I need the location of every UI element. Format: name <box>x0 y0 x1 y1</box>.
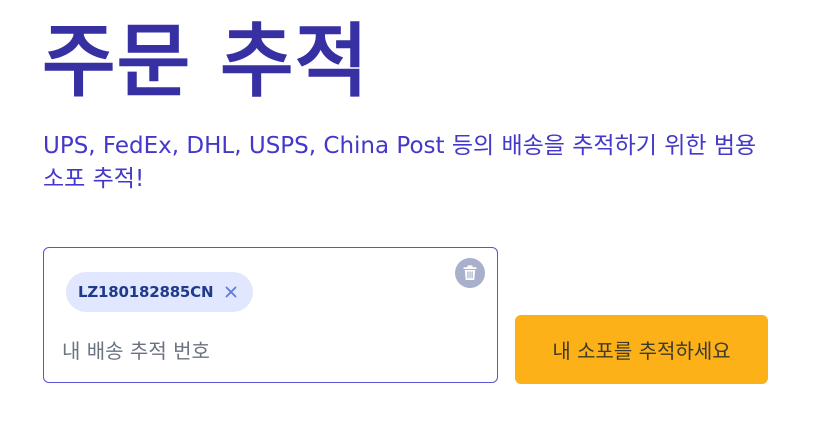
track-parcel-button[interactable]: 내 소포를 추적하세요 <box>515 315 768 384</box>
tracking-number-chip-label: LZ180182885CN <box>78 283 214 301</box>
order-tracking-page: 주문 추적 UPS, FedEx, DHL, USPS, China Post … <box>0 0 835 428</box>
tracking-number-input[interactable] <box>62 334 472 368</box>
tracking-number-chip: LZ180182885CN <box>66 272 254 312</box>
close-icon[interactable] <box>223 284 239 300</box>
clear-all-button[interactable] <box>455 258 485 288</box>
page-subtitle: UPS, FedEx, DHL, USPS, China Post 등의 배송을… <box>43 133 757 192</box>
trash-icon <box>463 265 477 281</box>
page-title: 주문 추적 <box>42 15 370 108</box>
tracking-number-field[interactable]: LZ180182885CN <box>43 247 498 383</box>
